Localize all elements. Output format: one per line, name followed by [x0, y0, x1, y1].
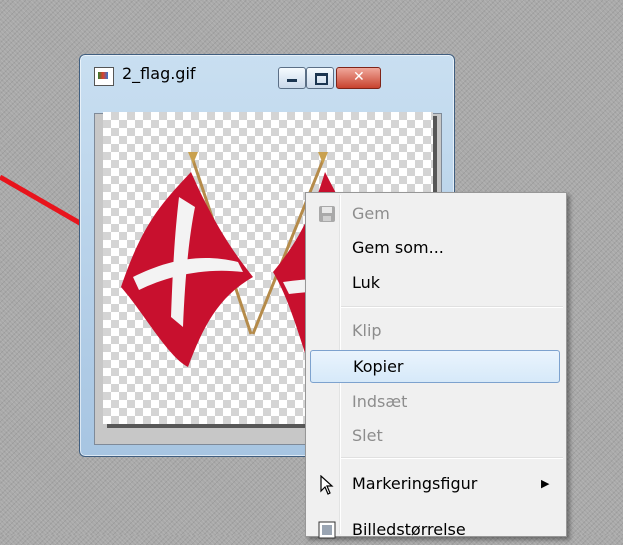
menu-item-gem-som[interactable]: Gem som...: [309, 233, 561, 263]
menu-separator: [341, 457, 563, 459]
pointer-arrow-icon: [320, 475, 334, 495]
save-icon: [319, 206, 335, 222]
menu-item-luk[interactable]: Luk: [309, 268, 561, 298]
menu-item-label: Kopier: [353, 357, 404, 376]
menu-item-markeringsfigur[interactable]: Markeringsfigur ▶: [309, 469, 561, 499]
menu-item-billedstorrelse[interactable]: Billedstørrelse: [309, 515, 561, 545]
menu-item-kopier[interactable]: Kopier: [310, 350, 560, 383]
menu-item-label: Slet: [352, 426, 383, 445]
menu-item-label: Luk: [352, 273, 381, 292]
menu-item-gem[interactable]: Gem: [309, 199, 561, 229]
menu-item-indsaet[interactable]: Indsæt: [309, 387, 561, 417]
submenu-arrow-icon: ▶: [541, 477, 550, 490]
menu-item-label: Gem: [352, 204, 390, 223]
context-menu: Gem Gem som... Luk Klip Kopier Indsæt Sl…: [305, 192, 567, 539]
image-size-icon: [318, 521, 336, 539]
menu-item-label: Markeringsfigur: [352, 474, 478, 493]
menu-item-label: Klip: [352, 321, 382, 340]
menu-item-label: Gem som...: [352, 238, 444, 257]
menu-item-label: Billedstørrelse: [352, 520, 466, 539]
menu-separator: [341, 306, 563, 308]
menu-item-klip[interactable]: Klip: [309, 316, 561, 346]
menu-item-slet[interactable]: Slet: [309, 421, 561, 451]
menu-item-label: Indsæt: [352, 392, 408, 411]
